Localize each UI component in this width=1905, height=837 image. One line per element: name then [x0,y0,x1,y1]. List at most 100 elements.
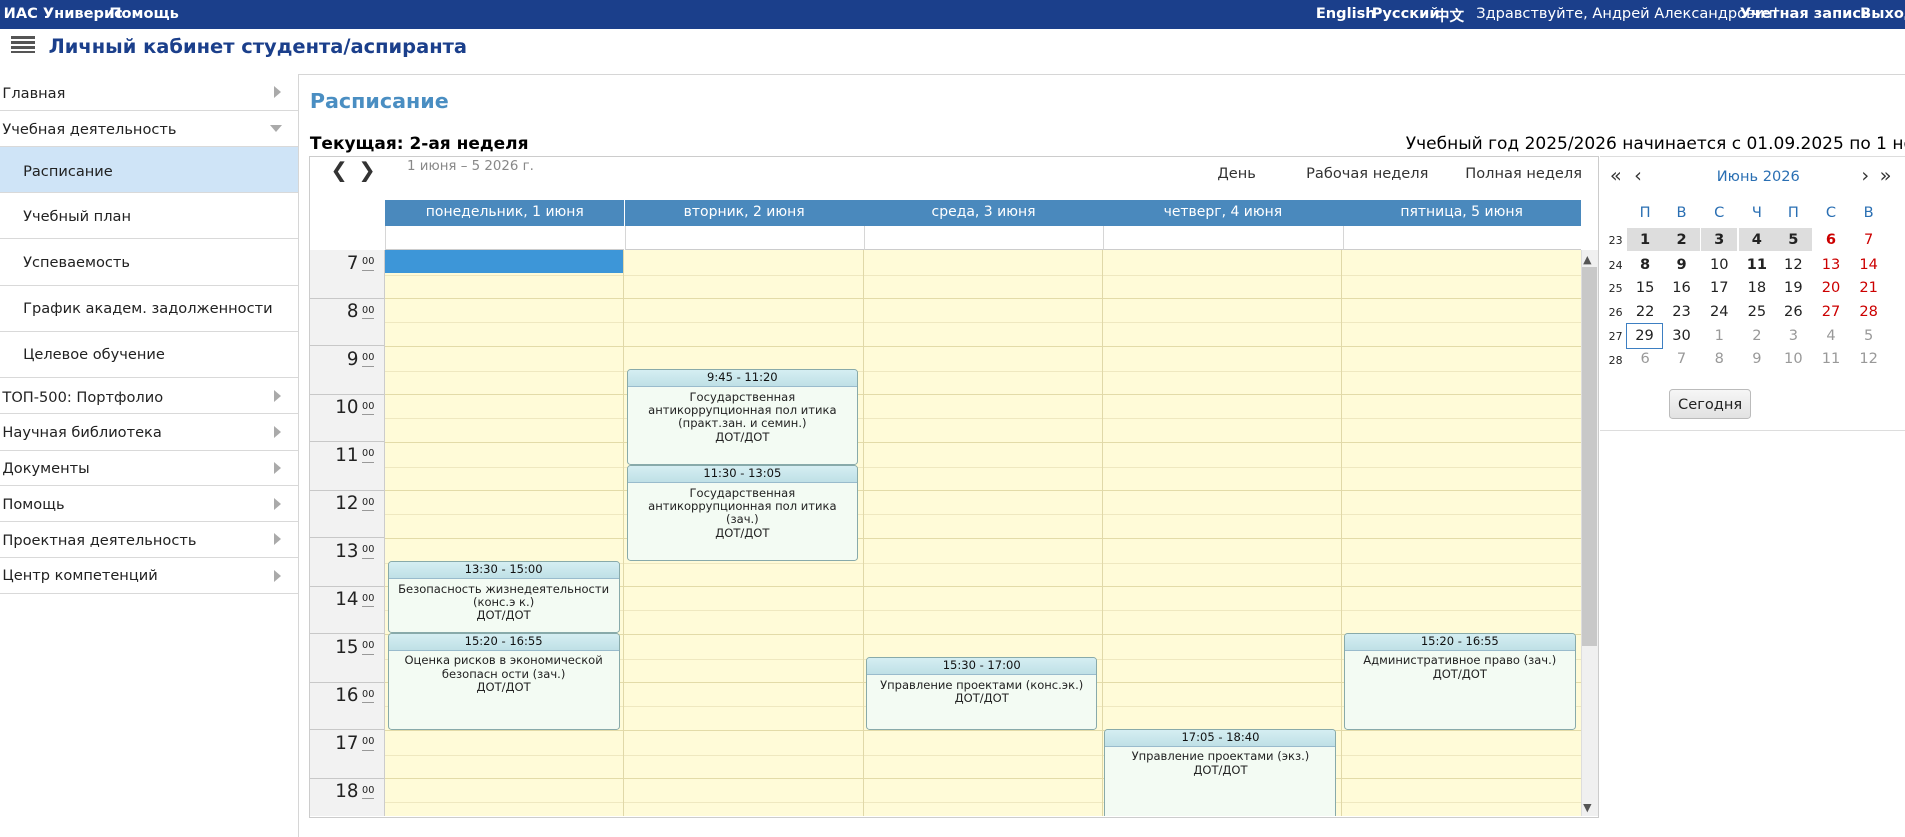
calendar-day[interactable]: 11 [1739,253,1775,276]
sidebar-item-main[interactable]: Главная [0,74,298,111]
calendar-day[interactable]: 28 [1850,300,1886,323]
schedule-event[interactable]: 9:45 - 11:20 Государственная антикоррупц… [626,369,858,466]
event-name: Государственная антикоррупционная пол ит… [648,485,837,527]
calendar-day[interactable]: 16 [1663,276,1699,299]
allday-cell[interactable] [1103,225,1343,251]
view-workweek-button[interactable]: Рабочая неделя [1306,165,1428,182]
calendar-day[interactable]: 1 [1626,228,1664,252]
schedule-event[interactable]: 17:05 - 18:40 Управление проектами (экз.… [1104,728,1337,817]
sidebar-item-help[interactable]: Помощь [0,486,298,523]
chevron-right-icon [273,86,281,99]
allday-cell[interactable] [863,225,1104,251]
calendar-day[interactable]: 12 [1850,347,1886,370]
calendar-day[interactable]: 15 [1627,276,1663,299]
calendar-day[interactable]: 5 [1850,324,1886,347]
allday-cell[interactable] [1342,225,1581,251]
prev-year-button[interactable]: « [1610,164,1622,187]
schedule-event[interactable]: 11:30 - 13:05 Государственная антикорруп… [626,465,858,562]
day-header-mon: понедельник, 1 июня [385,200,625,226]
app-link[interactable]: ИАС Универис [4,5,123,22]
calendar-day[interactable]: 5 [1775,228,1812,252]
event-place: ДОТ/ДОТ [715,525,770,540]
sidebar-item-grades[interactable]: Успеваемость [0,239,298,286]
calendar-day[interactable]: 20 [1813,276,1849,299]
sidebar-item-documents[interactable]: Документы [0,451,298,486]
account-link[interactable]: Учетная запись [1740,5,1870,22]
calendar-day-today[interactable]: 29 [1625,323,1664,349]
calendar-day[interactable]: 6 [1813,228,1849,251]
hour-label: 12 00 [309,491,385,539]
schedule-event[interactable]: 15:20 - 16:55 Административное право (за… [1343,633,1576,731]
menu-icon[interactable] [10,36,36,55]
next-week-button[interactable]: ❯ [358,158,375,182]
calendar-day[interactable]: 4 [1813,324,1849,347]
calendar-day[interactable]: 21 [1850,276,1886,299]
calendar-day[interactable]: 9 [1739,347,1775,370]
sidebar-item-label: График академ. задолженности [23,300,273,318]
allday-cell[interactable] [385,225,625,251]
next-month-button[interactable]: › [1861,164,1869,187]
prev-week-button[interactable]: ❮ [330,158,347,182]
schedule-event[interactable]: 15:30 - 17:00 Управление проектами (конс… [866,657,1098,731]
lang-russian-link[interactable]: Русский [1372,5,1440,22]
calendar-day[interactable]: 11 [1813,347,1849,370]
calendar-day[interactable]: 12 [1775,253,1811,276]
today-button[interactable]: Сегодня [1669,388,1751,420]
view-day-button[interactable]: День [1217,165,1255,182]
sidebar-item-study[interactable]: Учебная деятельность [0,111,298,147]
schedule-event[interactable]: 15:20 - 16:55 Оценка рисков в экономичес… [387,633,620,731]
calendar-day[interactable]: 14 [1850,253,1886,276]
hour-label: 8 00 [309,299,385,347]
calendar-day[interactable]: 22 [1627,300,1663,323]
calendar-day[interactable]: 25 [1739,300,1775,323]
calendar-day[interactable]: 2 [1663,228,1700,252]
sidebar-item-competence-center[interactable]: Центр компетенций [0,558,298,595]
sidebar-item-projects[interactable]: Проектная деятельность [0,522,298,558]
sidebar-item-top500[interactable]: ТОП-500: Портфолио [0,378,298,415]
day-header-wed: среда, 3 июня [863,200,1104,226]
calendar-day[interactable]: 3 [1775,324,1811,347]
lang-chinese-link[interactable]: 中文 [1435,5,1464,26]
sidebar-item-library[interactable]: Научная библиотека [0,414,298,451]
calendar-day[interactable]: 8 [1701,347,1737,370]
view-fullweek-button[interactable]: Полная неделя [1465,165,1582,182]
selected-slot[interactable] [385,250,624,274]
calendar-day[interactable]: 18 [1739,276,1775,299]
calendar-day[interactable]: 2 [1739,324,1775,347]
sidebar-item-schedule[interactable]: Расписание [0,147,298,194]
calendar-day[interactable]: 27 [1813,300,1849,323]
calendar-day[interactable]: 17 [1701,276,1737,299]
calendar-day[interactable]: 10 [1775,347,1811,370]
calendar-day[interactable]: 26 [1775,300,1811,323]
calendar-day[interactable]: 7 [1663,347,1699,370]
scroll-up-icon[interactable]: ▲ [1583,253,1591,266]
scrollbar-thumb[interactable] [1581,267,1597,647]
sidebar-item-curriculum[interactable]: Учебный план [0,193,298,240]
next-year-button[interactable]: » [1880,164,1892,187]
calendar-day[interactable]: 3 [1701,228,1738,252]
calendar-day[interactable]: 1 [1701,324,1737,347]
help-link[interactable]: Помощь [109,5,178,22]
calendar-day[interactable]: 9 [1663,253,1699,276]
calendar-day[interactable]: 10 [1701,253,1737,276]
lang-english-link[interactable]: English [1316,5,1376,22]
logout-link[interactable]: Выход [1860,5,1905,22]
calendar-day[interactable]: 19 [1775,276,1811,299]
prev-month-button[interactable]: ‹ [1634,164,1642,187]
schedule-event[interactable]: 13:30 - 15:00 Безопасность жизнедеятельн… [387,561,620,633]
calendar-month-title[interactable]: Июнь 2026 [1717,168,1800,185]
allday-cell[interactable] [624,225,864,251]
week-number: 26 [1608,306,1623,320]
scroll-down-icon[interactable]: ▼ [1583,801,1591,814]
sidebar-item-targeted-training[interactable]: Целевое обучение [0,332,298,378]
calendar-day[interactable]: 7 [1850,228,1886,251]
time-grid[interactable]: 9:45 - 11:20 Государственная антикоррупц… [385,250,1581,817]
calendar-day[interactable]: 8 [1627,253,1663,276]
calendar-day[interactable]: 30 [1663,324,1699,347]
calendar-day[interactable]: 4 [1738,228,1776,252]
calendar-day[interactable]: 6 [1627,347,1663,370]
calendar-day[interactable]: 13 [1813,253,1849,276]
sidebar-item-academic-debt[interactable]: График академ. задолженности [0,286,298,332]
calendar-day[interactable]: 23 [1663,300,1699,323]
calendar-day[interactable]: 24 [1701,300,1737,323]
